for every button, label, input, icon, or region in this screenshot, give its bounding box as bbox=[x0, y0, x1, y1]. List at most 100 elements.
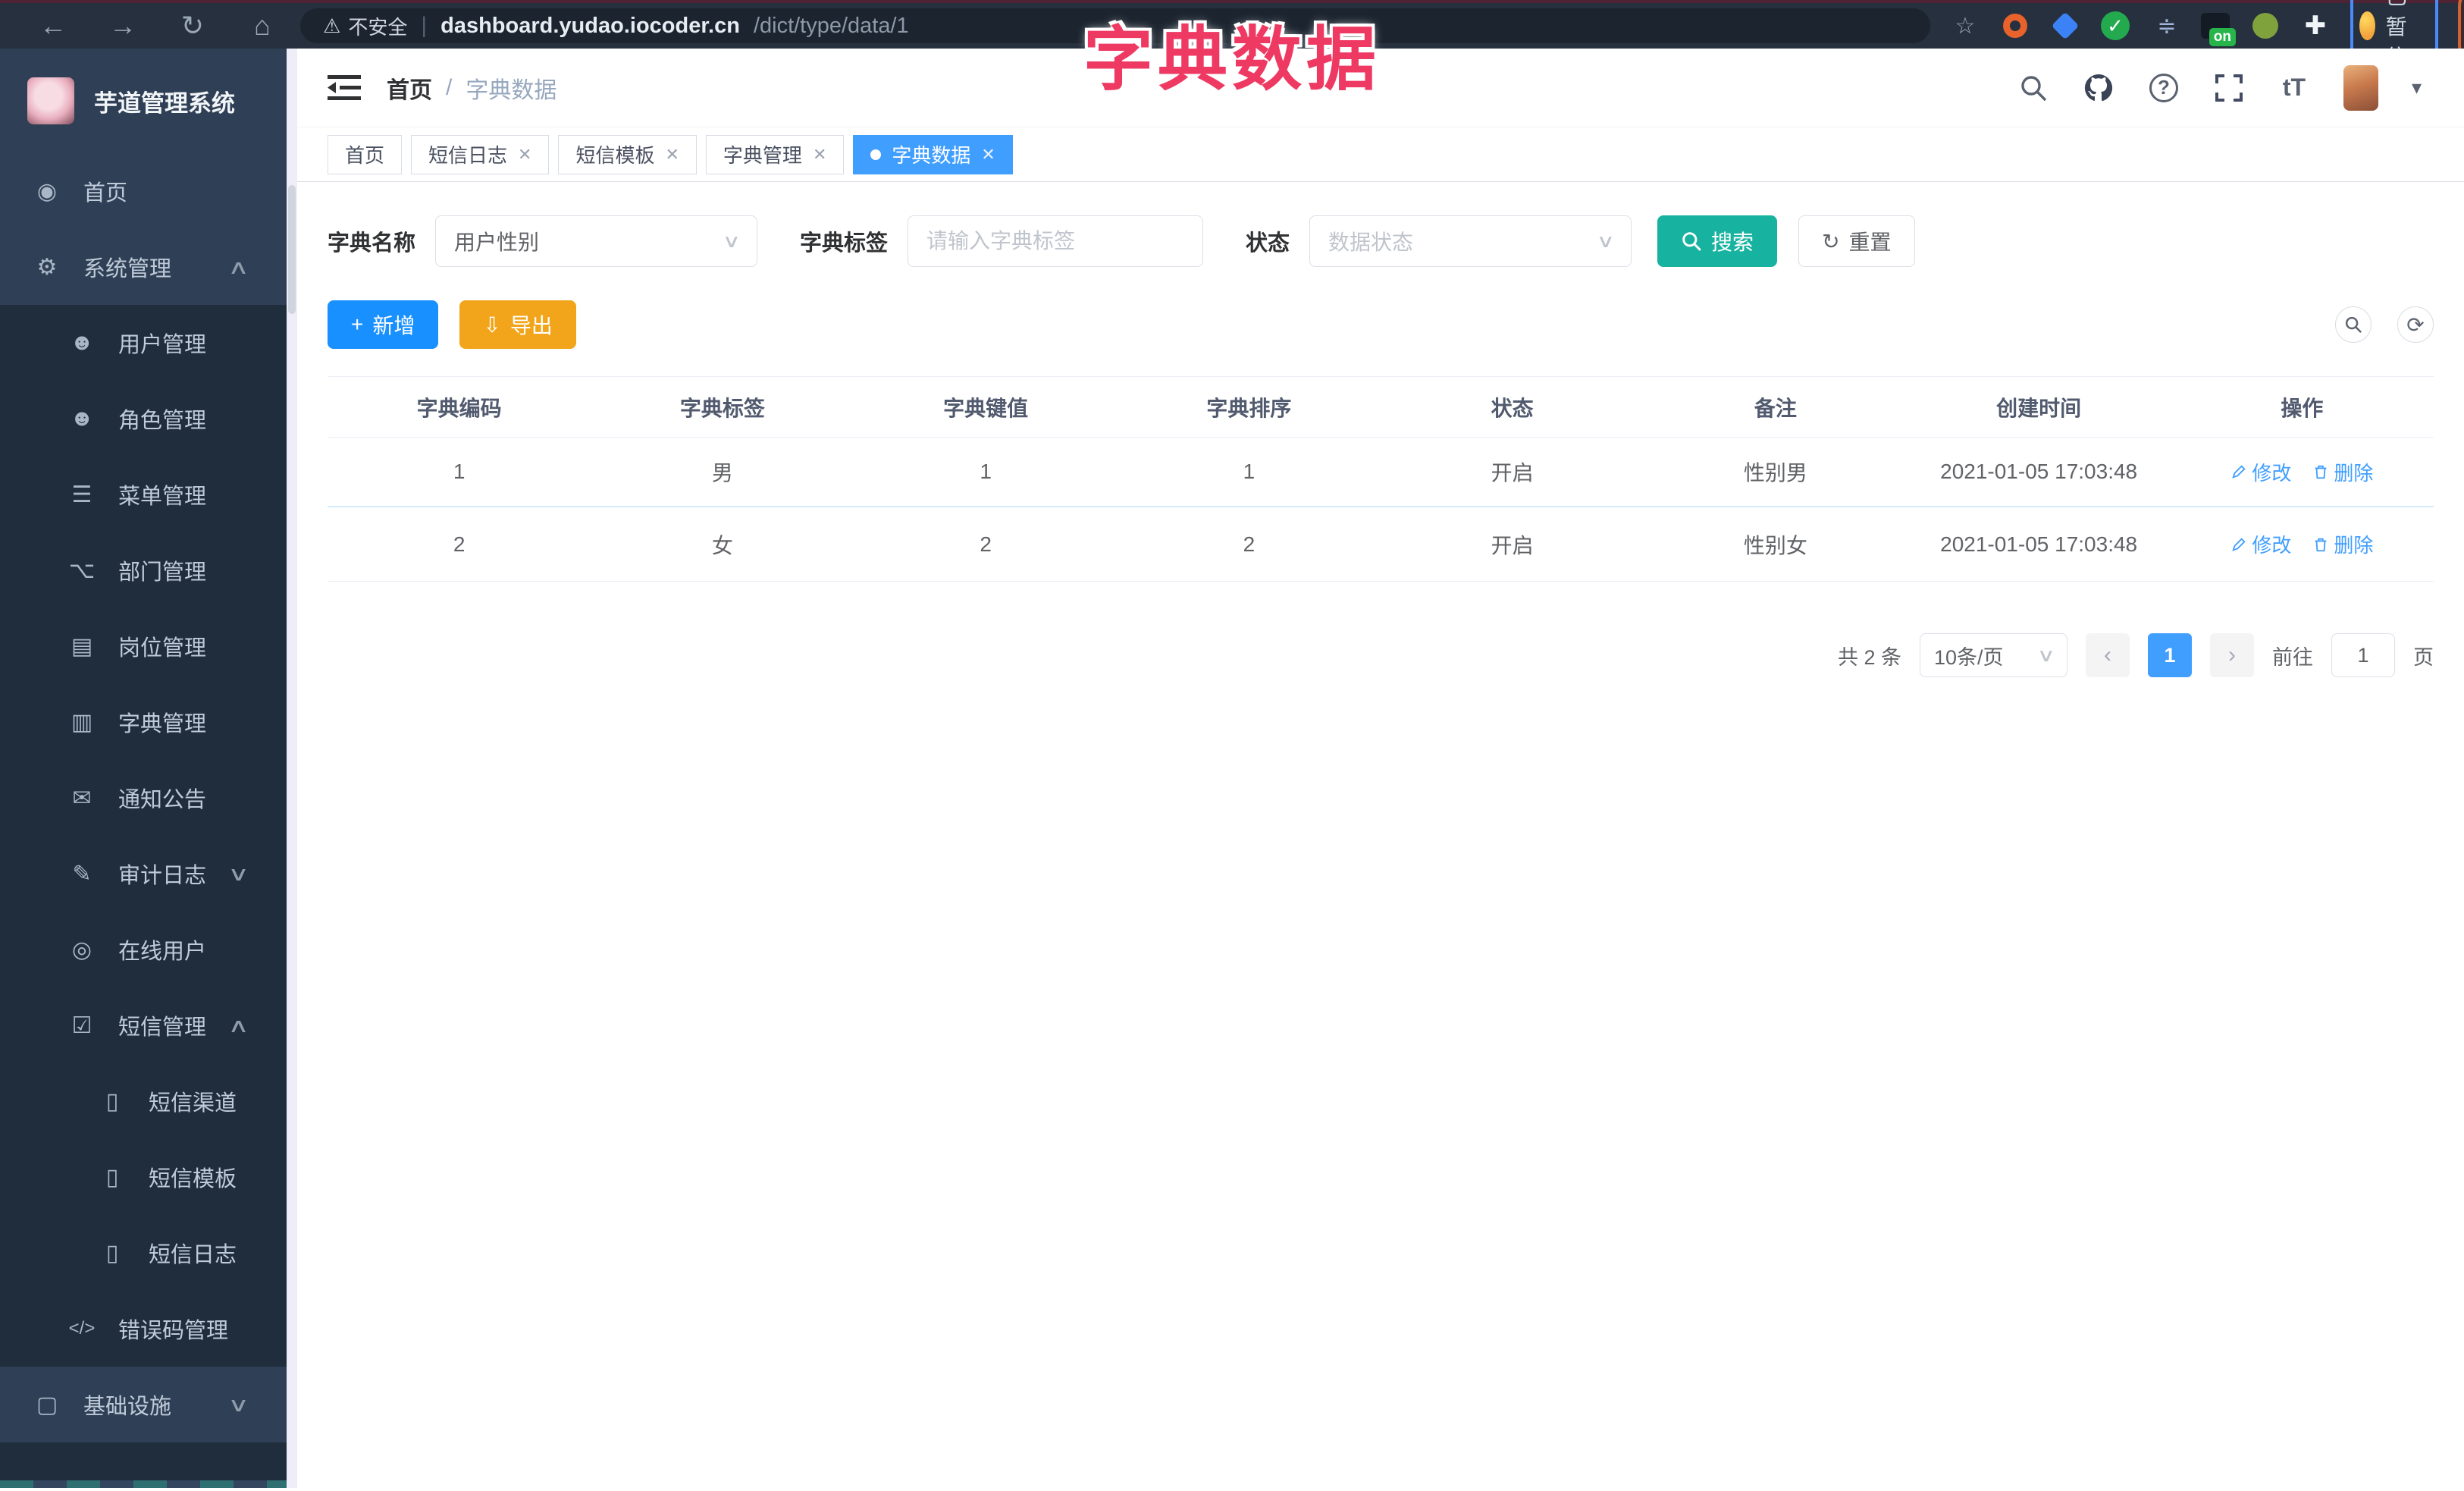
book-icon: ▥ bbox=[71, 709, 93, 735]
dashboard-icon: ◉ bbox=[36, 178, 58, 204]
extension-gem-icon[interactable] bbox=[2050, 11, 2080, 41]
sidebar: 芋道管理系统 ◉ 首页 ⚙ 系统管理 ∧ ☻ 用户管理 ☻ 角色管理 ☰ 菜单管… bbox=[0, 49, 287, 1488]
phone-icon: ▯ bbox=[105, 1240, 119, 1266]
sidebar-item-department-management[interactable]: ⌥ 部门管理 bbox=[0, 532, 287, 608]
browser-back-button[interactable]: ← bbox=[21, 10, 85, 42]
select-caret-icon: ∨ bbox=[1596, 231, 1616, 252]
chevron-down-icon: ∨ bbox=[227, 862, 249, 885]
sidebar-item-online-users[interactable]: ◎ 在线用户 bbox=[0, 912, 287, 987]
help-icon[interactable]: ? bbox=[2148, 72, 2180, 104]
add-button[interactable]: + 新增 bbox=[328, 300, 439, 349]
main-area: 首页 / 字典数据 ? tT ▾ 首页 短信日志 ✕ 短信模板 ✕ 字典管理 ✕… bbox=[297, 49, 2464, 1488]
url-divider: | bbox=[421, 13, 428, 38]
page-content: 字典名称 用户性别 ∨ 字典标签 状态 数据状态 ∨ bbox=[297, 182, 2464, 1488]
sidebar-item-role-management[interactable]: ☻ 角色管理 bbox=[0, 381, 287, 457]
message-icon: ✉ bbox=[72, 785, 92, 811]
page-title-overlay: 字典数据 bbox=[1083, 21, 1381, 99]
sidebar-item-sms-template[interactable]: ▯ 短信模板 bbox=[0, 1139, 287, 1215]
refresh-icon: ↻ bbox=[1822, 229, 1840, 253]
browser-home-button[interactable]: ⌂ bbox=[230, 10, 294, 42]
export-button[interactable]: ⇩ 导出 bbox=[459, 300, 576, 349]
column-header: 字典排序 bbox=[1206, 396, 1292, 420]
tab-dict-data-active[interactable]: 字典数据 ✕ bbox=[853, 134, 1013, 174]
sidebar-item-sms-log[interactable]: ▯ 短信日志 bbox=[0, 1215, 287, 1291]
close-icon[interactable]: ✕ bbox=[518, 145, 531, 165]
header-search-icon[interactable] bbox=[2017, 72, 2049, 104]
tab-sms-log[interactable]: 短信日志 ✕ bbox=[411, 134, 550, 174]
fullscreen-icon[interactable] bbox=[2213, 72, 2245, 104]
page-size-select[interactable]: 10条/页 ∨ bbox=[1920, 633, 2067, 677]
id-badge-icon: ▤ bbox=[71, 633, 93, 659]
font-size-icon[interactable]: tT bbox=[2278, 72, 2310, 104]
tab-sms-template[interactable]: 短信模板 ✕ bbox=[558, 134, 697, 174]
dict-label-input[interactable] bbox=[926, 229, 1185, 253]
tab-dict-management[interactable]: 字典管理 ✕ bbox=[705, 134, 845, 174]
status-label: 状态 bbox=[1246, 231, 1290, 256]
sidebar-item-system-management[interactable]: ⚙ 系统管理 ∧ bbox=[0, 229, 287, 305]
sidebar-item-sms-management[interactable]: ☑ 短信管理 ∧ bbox=[0, 987, 287, 1063]
dict-name-label: 字典名称 bbox=[328, 231, 416, 256]
sidebar-item-infrastructure[interactable]: ▢ 基础设施 ∨ bbox=[0, 1367, 287, 1442]
status-select[interactable]: 数据状态 ∨ bbox=[1309, 215, 1632, 267]
prev-page-button[interactable]: ‹ bbox=[2086, 633, 2130, 677]
sidebar-scrollbar[interactable] bbox=[287, 49, 297, 1488]
current-page-button[interactable]: 1 bbox=[2148, 633, 2192, 677]
extension-puzzle-icon[interactable]: ✚ bbox=[2300, 11, 2331, 41]
github-icon[interactable] bbox=[2083, 72, 2114, 104]
shield-check-icon: ☑ bbox=[71, 1012, 92, 1038]
sidebar-item-user-management[interactable]: ☻ 用户管理 bbox=[0, 305, 287, 381]
trash-icon bbox=[2315, 465, 2327, 479]
navbar-actions: ? tT ▾ bbox=[2017, 64, 2422, 111]
download-icon: ⇩ bbox=[483, 312, 501, 337]
search-button[interactable]: 搜索 bbox=[1657, 215, 1778, 267]
toggle-search-button[interactable] bbox=[2335, 306, 2372, 343]
reset-button[interactable]: ↻ 重置 bbox=[1798, 215, 1915, 267]
extension-orange-icon[interactable] bbox=[2000, 11, 2030, 41]
close-icon[interactable]: ✕ bbox=[981, 145, 995, 165]
warning-icon: ⚠ bbox=[323, 14, 341, 37]
refresh-table-button[interactable]: ⟳ bbox=[2397, 306, 2434, 343]
table-toolbar: + 新增 ⇩ 导出 ⟳ bbox=[328, 300, 2434, 349]
next-page-button[interactable]: › bbox=[2210, 633, 2254, 677]
sidebar-item-dict-management[interactable]: ▥ 字典管理 bbox=[0, 684, 287, 760]
not-secure-warning[interactable]: ⚠ 不安全 bbox=[323, 12, 407, 40]
breadcrumb: 首页 / 字典数据 bbox=[387, 71, 556, 105]
column-header: 创建时间 bbox=[1996, 396, 2082, 420]
extension-leaf-icon[interactable] bbox=[2250, 11, 2281, 41]
extension-check-icon[interactable]: ✓ bbox=[2100, 11, 2130, 41]
delete-link[interactable]: 删除 bbox=[2312, 458, 2373, 486]
sidebar-item-home[interactable]: ◉ 首页 bbox=[0, 153, 287, 229]
tab-home[interactable]: 首页 bbox=[328, 134, 403, 174]
browser-reload-button[interactable]: ↻ bbox=[161, 10, 224, 42]
dict-name-select[interactable]: 用户性别 ∨ bbox=[435, 215, 758, 267]
close-icon[interactable]: ✕ bbox=[665, 145, 679, 165]
select-caret-icon: ∨ bbox=[722, 231, 741, 252]
sidebar-item-error-code-management[interactable]: </> 错误码管理 bbox=[0, 1291, 287, 1367]
goto-page-input[interactable] bbox=[2332, 634, 2394, 676]
extension-on-icon[interactable]: on bbox=[2200, 11, 2236, 46]
breadcrumb-home[interactable]: 首页 bbox=[387, 71, 432, 105]
total-count: 共 2 条 bbox=[1837, 645, 1901, 669]
edit-link[interactable]: 修改 bbox=[2230, 458, 2291, 486]
phone-icon: ▯ bbox=[105, 1088, 119, 1114]
sidebar-item-audit-log[interactable]: ✎ 审计日志 ∨ bbox=[0, 836, 287, 912]
sidebar-item-post-management[interactable]: ▤ 岗位管理 bbox=[0, 608, 287, 684]
sidebar-logo-row[interactable]: 芋道管理系统 bbox=[0, 49, 287, 153]
sidebar-collapse-icon[interactable] bbox=[328, 74, 361, 102]
sidebar-item-notice[interactable]: ✉ 通知公告 bbox=[0, 760, 287, 836]
sidebar-item-menu-management[interactable]: ☰ 菜单管理 bbox=[0, 457, 287, 532]
avatar-caret-down-icon[interactable]: ▾ bbox=[2412, 76, 2422, 99]
edit-link[interactable]: 修改 bbox=[2230, 530, 2291, 558]
browser-forward-button[interactable]: → bbox=[91, 10, 155, 42]
user-avatar[interactable] bbox=[2343, 64, 2378, 111]
sidebar-item-sms-channel[interactable]: ▯ 短信渠道 bbox=[0, 1063, 287, 1139]
plus-icon: + bbox=[351, 312, 364, 336]
delete-link[interactable]: 删除 bbox=[2312, 530, 2373, 558]
phone-icon: ▯ bbox=[105, 1164, 119, 1190]
search-form: 字典名称 用户性别 ∨ 字典标签 状态 数据状态 ∨ bbox=[328, 215, 2434, 267]
online-icon: ◎ bbox=[71, 937, 92, 962]
close-icon[interactable]: ✕ bbox=[813, 145, 826, 165]
monitor-icon: ▢ bbox=[36, 1392, 58, 1417]
bookmark-star-icon[interactable]: ☆ bbox=[1950, 11, 1980, 41]
extension-sliders-icon[interactable]: ≑ bbox=[2150, 11, 2180, 41]
